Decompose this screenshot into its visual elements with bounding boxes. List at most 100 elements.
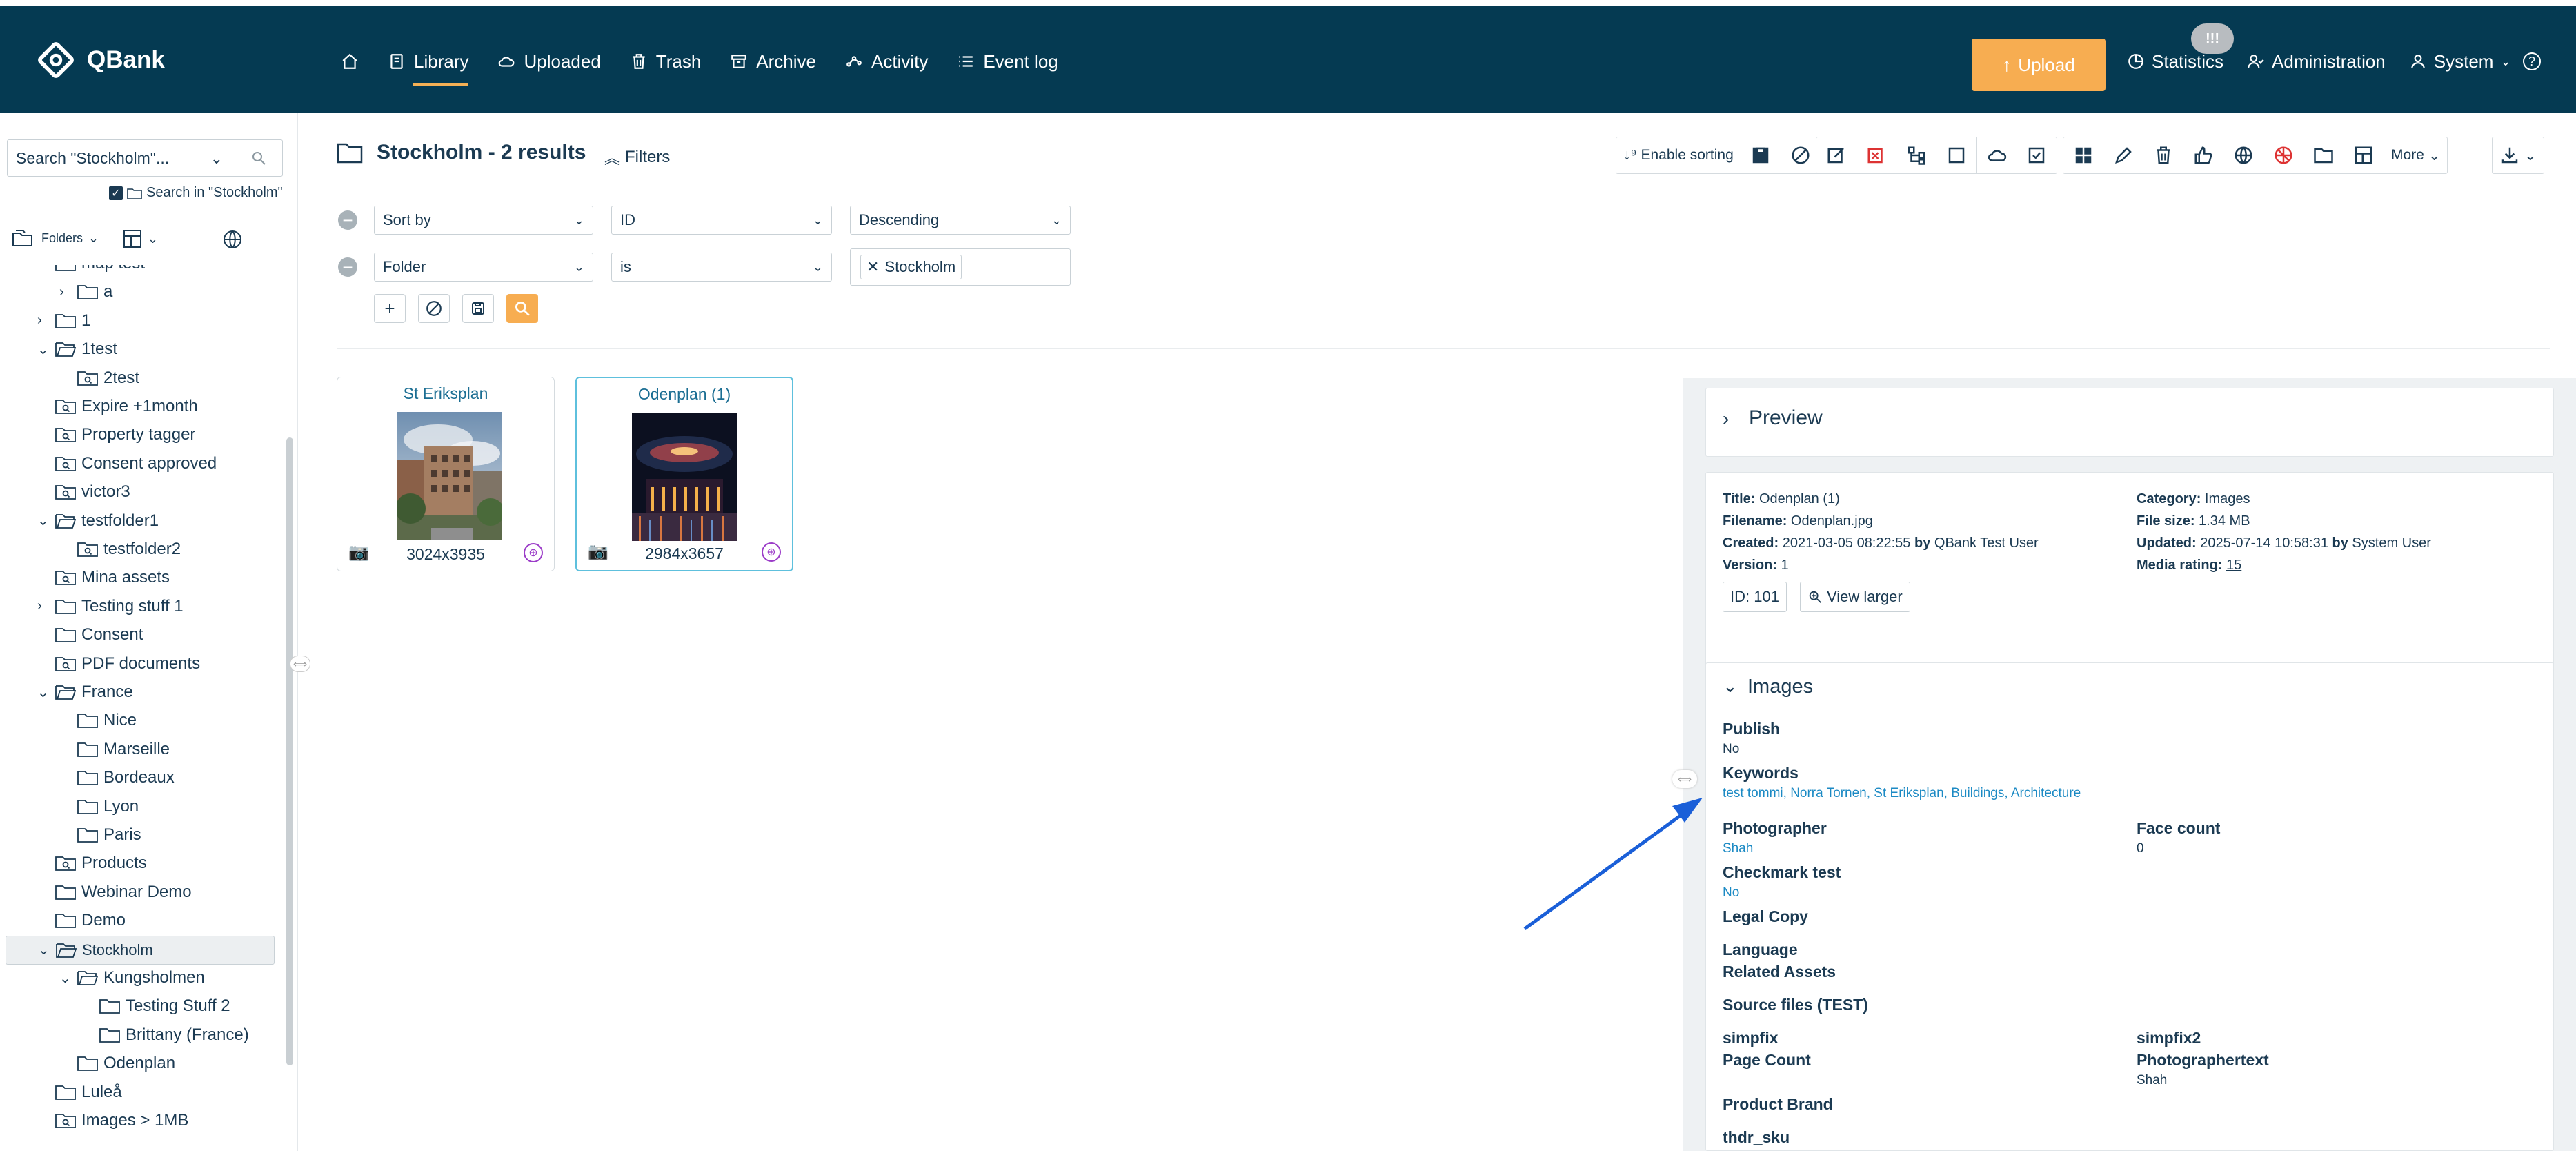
chevron-right-icon[interactable]: › xyxy=(37,313,51,328)
enable-sorting-button[interactable]: ↓⁹ Enable sorting xyxy=(1616,137,1741,173)
edit-button[interactable] xyxy=(2103,137,2143,173)
chevron-down-icon[interactable]: ⌄ xyxy=(1723,676,1738,697)
folder-tree-item[interactable]: Paris xyxy=(0,821,275,849)
download-dropdown[interactable]: ⌄ xyxy=(2493,137,2544,173)
folder-tree-item[interactable]: PDF documents xyxy=(0,650,275,678)
remove-button[interactable] xyxy=(1856,137,1896,173)
move-folder-button[interactable] xyxy=(2303,137,2344,173)
asset-card[interactable]: St Eriksplan 📷 3024x3935 ⊕ xyxy=(337,377,555,571)
save-search-button[interactable] xyxy=(462,294,494,323)
save-sort-button[interactable] xyxy=(1740,137,1781,173)
nav-library[interactable]: Library xyxy=(388,46,469,86)
photographer-value[interactable]: Shah xyxy=(1723,841,1753,856)
close-icon[interactable]: ✕ xyxy=(866,258,879,276)
nav-administration[interactable]: Administration xyxy=(2247,46,2386,77)
folder-tree-item[interactable]: ⌄ Stockholm xyxy=(6,935,275,965)
filter-field-select[interactable]: Folder ⌄ xyxy=(374,253,593,282)
search-icon[interactable] xyxy=(250,150,267,170)
cancel-sort-button[interactable] xyxy=(1780,137,1821,173)
globe-icon[interactable]: ⊕ xyxy=(524,543,543,562)
select-button[interactable] xyxy=(1936,137,1976,173)
folder-tree-item[interactable]: Demo xyxy=(0,907,275,934)
nav-archive[interactable]: Archive xyxy=(730,46,816,77)
checkbox-checked-icon[interactable]: ✓ xyxy=(109,186,123,200)
nav-home[interactable] xyxy=(341,46,359,77)
add-filter-button[interactable]: + xyxy=(374,294,406,323)
folders-dropdown[interactable]: Folders ⌄ xyxy=(12,229,99,247)
delete-button[interactable] xyxy=(2143,137,2183,173)
folder-tree-item[interactable]: 2test xyxy=(0,364,275,392)
keyword-link[interactable]: Buildings xyxy=(1951,786,2004,800)
folder-tree-item[interactable]: › a xyxy=(0,278,275,306)
folder-tree-item[interactable]: ⌄ 1test xyxy=(0,335,275,363)
upload-button[interactable]: ↑ Upload xyxy=(1972,39,2106,91)
structure-button[interactable] xyxy=(1896,137,1936,173)
folder-tree-item[interactable]: Brittany (France) xyxy=(0,1021,275,1049)
sidebar-resize-handle[interactable]: ⟺ xyxy=(290,656,310,672)
folder-tree-item[interactable]: ⌄ France xyxy=(0,678,275,706)
chevron-right-icon[interactable]: › xyxy=(37,598,51,614)
remove-filter-button[interactable]: − xyxy=(338,210,357,230)
folder-tree-item[interactable]: Images > 1MB xyxy=(0,1107,275,1134)
unpublish-web-button[interactable] xyxy=(2263,137,2303,173)
folder-tree-item[interactable]: › 1 xyxy=(0,307,275,335)
folder-tree-item[interactable]: victor3 xyxy=(0,478,275,506)
like-button[interactable] xyxy=(2183,137,2223,173)
nav-statistics[interactable]: Statistics xyxy=(2127,46,2223,77)
chevron-down-icon[interactable]: ⌄ xyxy=(59,970,73,987)
qbank-logo[interactable]: QBank xyxy=(36,40,165,80)
checkmark-value[interactable]: No xyxy=(1723,885,1739,901)
keyword-link[interactable]: Norra Tornen xyxy=(1790,786,1867,800)
filters-toggle[interactable]: ︽ Filters xyxy=(604,146,670,168)
chevron-right-icon[interactable]: › xyxy=(59,284,73,300)
globe-button[interactable] xyxy=(222,229,243,250)
folder-tree-item[interactable]: Bordeaux xyxy=(0,764,275,791)
folder-tree-item[interactable]: › Testing stuff 1 xyxy=(0,593,275,620)
edit-properties-button[interactable] xyxy=(1816,137,1856,173)
keyword-link[interactable]: St Eriksplan xyxy=(1874,786,1943,800)
layout-button[interactable] xyxy=(2344,137,2384,173)
clear-filters-button[interactable] xyxy=(418,294,450,323)
folder-tree-item[interactable]: Nice xyxy=(0,707,275,734)
folder-tree-item[interactable]: Products xyxy=(0,849,275,877)
nav-uploaded[interactable]: Uploaded xyxy=(497,46,601,77)
help-icon[interactable]: ? xyxy=(2523,52,2541,70)
grid-view-button[interactable] xyxy=(2063,137,2103,173)
view-larger-button[interactable]: View larger xyxy=(1800,582,1910,612)
folder-tree-item[interactable]: ⌄ testfolder1 xyxy=(0,507,275,535)
folder-tree-item[interactable]: Consent approved xyxy=(0,450,275,478)
chevron-down-icon[interactable]: ⌄ xyxy=(37,341,51,358)
folder-tree-item[interactable]: Odenplan xyxy=(0,1050,275,1077)
asset-id-button[interactable]: ID: 101 xyxy=(1723,582,1787,612)
chevron-down-icon[interactable]: ⌄ xyxy=(37,684,51,701)
sort-key-select[interactable]: ID ⌄ xyxy=(611,206,832,235)
rating-value[interactable]: 15 xyxy=(2226,558,2241,573)
preview-section[interactable]: › Preview xyxy=(1705,388,2554,457)
folder-tree-item[interactable]: Lyon xyxy=(0,793,275,820)
sidebar-scrollbar[interactable] xyxy=(286,437,293,1065)
search-in-folder-checkbox[interactable]: ✓ Search in "Stockholm" xyxy=(109,185,283,201)
folder-tree-item[interactable]: ⌄ Kungsholmen xyxy=(0,964,275,992)
layout-dropdown[interactable]: ⌄ xyxy=(123,229,158,248)
panel-resize-handle[interactable]: ⟺ xyxy=(1672,770,1697,788)
folder-tree-item[interactable]: testfolder2 xyxy=(0,535,275,563)
cloud-publish-button[interactable] xyxy=(1976,137,2017,173)
nav-activity[interactable]: Activity xyxy=(845,46,928,77)
folder-tree-item[interactable]: Consent xyxy=(0,621,275,649)
chevron-down-icon[interactable]: ⌄ xyxy=(37,512,51,529)
approve-button[interactable] xyxy=(2017,137,2057,173)
keyword-link[interactable]: test tommi xyxy=(1723,786,1783,800)
nav-trash[interactable]: Trash xyxy=(630,46,701,77)
nav-user-menu[interactable]: System ⌄ xyxy=(2409,46,2511,77)
run-search-button[interactable] xyxy=(506,294,538,323)
folder-tree-item[interactable]: Marseille xyxy=(0,736,275,763)
keyword-link[interactable]: Architecture xyxy=(2011,786,2081,800)
folder-tree-item[interactable]: map test xyxy=(0,265,275,277)
folder-tree-item[interactable]: Expire +1month xyxy=(0,393,275,420)
remove-filter-button[interactable]: − xyxy=(338,257,357,277)
filter-value-input[interactable]: ✕ Stockholm xyxy=(850,248,1071,286)
more-dropdown[interactable]: More ⌄ xyxy=(2384,137,2447,173)
globe-icon[interactable]: ⊕ xyxy=(762,542,781,562)
sort-field-select[interactable]: Sort by ⌄ xyxy=(374,206,593,235)
folder-tree-item[interactable]: Testing Stuff 2 xyxy=(0,992,275,1020)
